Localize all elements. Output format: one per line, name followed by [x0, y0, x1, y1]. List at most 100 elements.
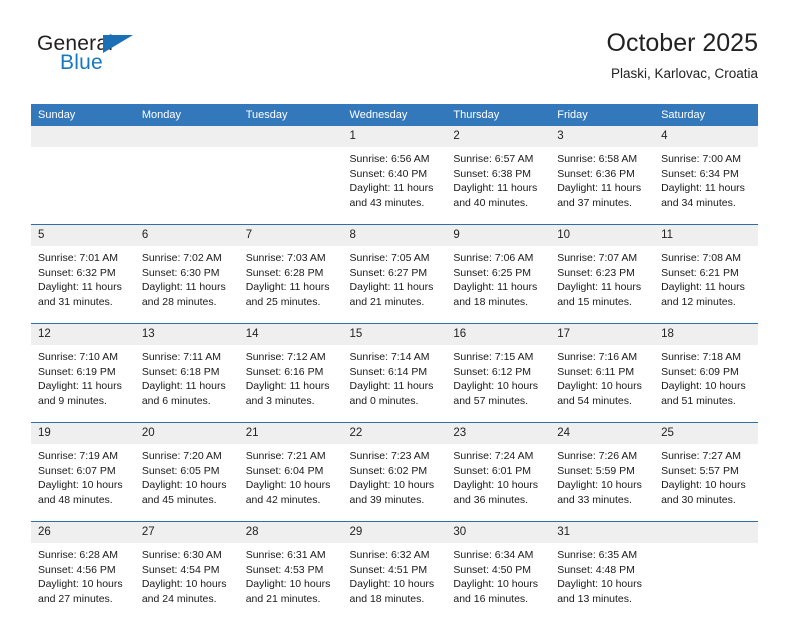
day-detail-line: and 9 minutes.	[38, 394, 129, 409]
calendar-week-row: 12Sunrise: 7:10 AMSunset: 6:19 PMDayligh…	[31, 324, 758, 423]
calendar-day-cell[interactable]: 10Sunrise: 7:07 AMSunset: 6:23 PMDayligh…	[550, 225, 654, 324]
weekday-header-row: SundayMondayTuesdayWednesdayThursdayFrid…	[31, 104, 758, 126]
calendar-day-cell[interactable]: 4Sunrise: 7:00 AMSunset: 6:34 PMDaylight…	[654, 126, 758, 225]
day-detail-line: Daylight: 11 hours	[350, 280, 441, 295]
day-details: Sunrise: 6:32 AMSunset: 4:51 PMDaylight:…	[343, 543, 447, 620]
weekday-header-monday: Monday	[135, 104, 239, 126]
calendar-day-cell[interactable]: 27Sunrise: 6:30 AMSunset: 4:54 PMDayligh…	[135, 522, 239, 620]
calendar-day-cell[interactable]: 22Sunrise: 7:23 AMSunset: 6:02 PMDayligh…	[343, 423, 447, 522]
calendar-day-cell[interactable]: 8Sunrise: 7:05 AMSunset: 6:27 PMDaylight…	[343, 225, 447, 324]
calendar-day-cell[interactable]: 3Sunrise: 6:58 AMSunset: 6:36 PMDaylight…	[550, 126, 654, 225]
day-detail-line: Sunset: 4:53 PM	[246, 563, 337, 578]
day-detail-line: Sunrise: 6:34 AM	[453, 548, 544, 563]
calendar-day-cell[interactable]: 21Sunrise: 7:21 AMSunset: 6:04 PMDayligh…	[239, 423, 343, 522]
calendar-day-cell[interactable]: 19Sunrise: 7:19 AMSunset: 6:07 PMDayligh…	[31, 423, 135, 522]
calendar-day-cell[interactable]: 9Sunrise: 7:06 AMSunset: 6:25 PMDaylight…	[446, 225, 550, 324]
day-details: Sunrise: 7:26 AMSunset: 5:59 PMDaylight:…	[550, 444, 654, 521]
day-number: 16	[446, 324, 550, 345]
day-details: Sunrise: 7:14 AMSunset: 6:14 PMDaylight:…	[343, 345, 447, 422]
day-detail-line: Sunrise: 6:28 AM	[38, 548, 129, 563]
day-detail-line: Sunrise: 6:58 AM	[557, 152, 648, 167]
day-detail-line: Sunset: 6:14 PM	[350, 365, 441, 380]
calendar-empty-cell	[31, 126, 135, 225]
day-details: Sunrise: 7:05 AMSunset: 6:27 PMDaylight:…	[343, 246, 447, 323]
day-detail-line: and 27 minutes.	[38, 592, 129, 607]
calendar-day-cell[interactable]: 20Sunrise: 7:20 AMSunset: 6:05 PMDayligh…	[135, 423, 239, 522]
calendar-day-cell[interactable]: 5Sunrise: 7:01 AMSunset: 6:32 PMDaylight…	[31, 225, 135, 324]
day-detail-line: Sunrise: 7:27 AM	[661, 449, 752, 464]
weekday-header-thursday: Thursday	[446, 104, 550, 126]
day-detail-line: Sunset: 6:18 PM	[142, 365, 233, 380]
day-detail-line: Sunset: 6:36 PM	[557, 167, 648, 182]
day-detail-line: Sunrise: 6:35 AM	[557, 548, 648, 563]
day-detail-line: Sunset: 6:21 PM	[661, 266, 752, 281]
calendar-day-cell[interactable]: 18Sunrise: 7:18 AMSunset: 6:09 PMDayligh…	[654, 324, 758, 423]
day-detail-line: and 25 minutes.	[246, 295, 337, 310]
day-number: 4	[654, 126, 758, 147]
day-detail-line: Daylight: 10 hours	[38, 577, 129, 592]
day-detail-line: and 45 minutes.	[142, 493, 233, 508]
day-details: Sunrise: 7:11 AMSunset: 6:18 PMDaylight:…	[135, 345, 239, 422]
calendar-empty-cell	[654, 522, 758, 620]
calendar-day-cell[interactable]: 25Sunrise: 7:27 AMSunset: 5:57 PMDayligh…	[654, 423, 758, 522]
day-detail-line: Sunset: 4:54 PM	[142, 563, 233, 578]
calendar-day-cell[interactable]: 29Sunrise: 6:32 AMSunset: 4:51 PMDayligh…	[343, 522, 447, 620]
day-detail-line: Daylight: 10 hours	[453, 379, 544, 394]
day-number: 24	[550, 423, 654, 444]
calendar-table: SundayMondayTuesdayWednesdayThursdayFrid…	[31, 104, 758, 620]
day-detail-line: and 31 minutes.	[38, 295, 129, 310]
day-detail-line: Sunrise: 7:07 AM	[557, 251, 648, 266]
weekday-header-wednesday: Wednesday	[343, 104, 447, 126]
day-details	[135, 147, 239, 224]
day-detail-line: Sunrise: 7:01 AM	[38, 251, 129, 266]
calendar-day-cell[interactable]: 15Sunrise: 7:14 AMSunset: 6:14 PMDayligh…	[343, 324, 447, 423]
calendar-body: 1Sunrise: 6:56 AMSunset: 6:40 PMDaylight…	[31, 126, 758, 620]
calendar-day-cell[interactable]: 31Sunrise: 6:35 AMSunset: 4:48 PMDayligh…	[550, 522, 654, 620]
calendar-day-cell[interactable]: 12Sunrise: 7:10 AMSunset: 6:19 PMDayligh…	[31, 324, 135, 423]
calendar-day-cell[interactable]: 6Sunrise: 7:02 AMSunset: 6:30 PMDaylight…	[135, 225, 239, 324]
calendar-day-cell[interactable]: 2Sunrise: 6:57 AMSunset: 6:38 PMDaylight…	[446, 126, 550, 225]
day-number: 1	[343, 126, 447, 147]
day-detail-line: Daylight: 11 hours	[453, 280, 544, 295]
calendar-day-cell[interactable]: 24Sunrise: 7:26 AMSunset: 5:59 PMDayligh…	[550, 423, 654, 522]
day-detail-line: Sunset: 6:16 PM	[246, 365, 337, 380]
day-number: 20	[135, 423, 239, 444]
day-detail-line: and 30 minutes.	[661, 493, 752, 508]
title-block: October 2025 Plaski, Karlovac, Croatia	[607, 28, 759, 84]
calendar-day-cell[interactable]: 26Sunrise: 6:28 AMSunset: 4:56 PMDayligh…	[31, 522, 135, 620]
calendar-day-cell[interactable]: 28Sunrise: 6:31 AMSunset: 4:53 PMDayligh…	[239, 522, 343, 620]
calendar-day-cell[interactable]: 17Sunrise: 7:16 AMSunset: 6:11 PMDayligh…	[550, 324, 654, 423]
calendar-day-cell[interactable]: 16Sunrise: 7:15 AMSunset: 6:12 PMDayligh…	[446, 324, 550, 423]
day-details: Sunrise: 7:23 AMSunset: 6:02 PMDaylight:…	[343, 444, 447, 521]
day-details: Sunrise: 7:27 AMSunset: 5:57 PMDaylight:…	[654, 444, 758, 521]
day-detail-line: and 16 minutes.	[453, 592, 544, 607]
calendar-page: General Blue October 2025 Plaski, Karlov…	[0, 0, 792, 612]
day-detail-line: Daylight: 10 hours	[246, 577, 337, 592]
calendar-day-cell[interactable]: 7Sunrise: 7:03 AMSunset: 6:28 PMDaylight…	[239, 225, 343, 324]
calendar-day-cell[interactable]: 1Sunrise: 6:56 AMSunset: 6:40 PMDaylight…	[343, 126, 447, 225]
day-detail-line: Sunrise: 7:24 AM	[453, 449, 544, 464]
calendar-day-cell[interactable]: 23Sunrise: 7:24 AMSunset: 6:01 PMDayligh…	[446, 423, 550, 522]
day-detail-line: Daylight: 10 hours	[557, 379, 648, 394]
day-detail-line: and 6 minutes.	[142, 394, 233, 409]
general-blue-logo[interactable]: General Blue	[31, 32, 231, 88]
calendar-day-cell[interactable]: 14Sunrise: 7:12 AMSunset: 6:16 PMDayligh…	[239, 324, 343, 423]
day-details	[239, 147, 343, 224]
calendar-day-cell[interactable]: 30Sunrise: 6:34 AMSunset: 4:50 PMDayligh…	[446, 522, 550, 620]
day-number: 8	[343, 225, 447, 246]
day-details: Sunrise: 7:03 AMSunset: 6:28 PMDaylight:…	[239, 246, 343, 323]
day-detail-line: Sunrise: 6:56 AM	[350, 152, 441, 167]
day-number	[239, 126, 343, 147]
day-detail-line: Sunrise: 6:30 AM	[142, 548, 233, 563]
day-details: Sunrise: 6:30 AMSunset: 4:54 PMDaylight:…	[135, 543, 239, 620]
day-detail-line: Sunrise: 7:20 AM	[142, 449, 233, 464]
calendar-day-cell[interactable]: 13Sunrise: 7:11 AMSunset: 6:18 PMDayligh…	[135, 324, 239, 423]
calendar-head: SundayMondayTuesdayWednesdayThursdayFrid…	[31, 104, 758, 126]
day-detail-line: Sunset: 6:07 PM	[38, 464, 129, 479]
day-detail-line: Sunrise: 6:31 AM	[246, 548, 337, 563]
day-detail-line: and 0 minutes.	[350, 394, 441, 409]
day-detail-line: Sunset: 4:50 PM	[453, 563, 544, 578]
day-details: Sunrise: 7:21 AMSunset: 6:04 PMDaylight:…	[239, 444, 343, 521]
day-detail-line: Daylight: 11 hours	[557, 280, 648, 295]
calendar-day-cell[interactable]: 11Sunrise: 7:08 AMSunset: 6:21 PMDayligh…	[654, 225, 758, 324]
